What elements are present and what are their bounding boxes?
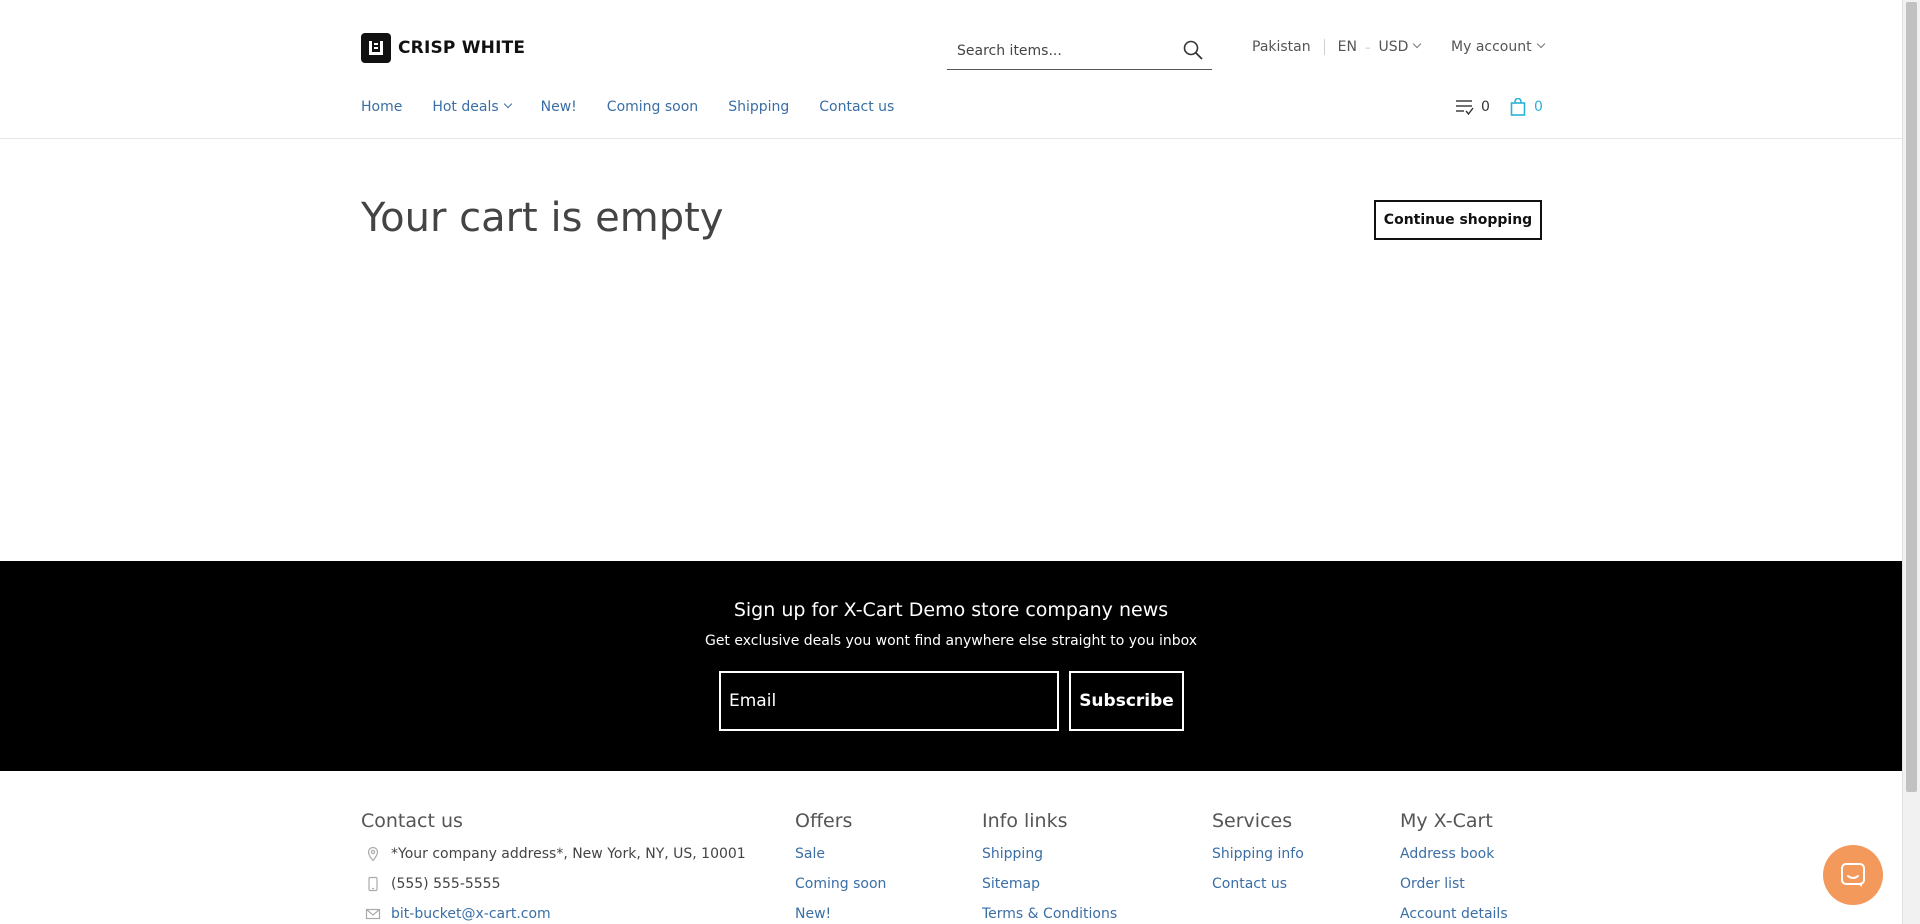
- site-header: CRISP WHITE Pakistan EN – USD My account…: [0, 0, 1902, 139]
- footer-link-shipping[interactable]: Shipping: [982, 845, 1117, 875]
- contact-email[interactable]: bit-bucket@x-cart.com: [361, 905, 746, 924]
- cart-button[interactable]: 0: [1510, 98, 1543, 116]
- chevron-down-icon: [503, 99, 512, 109]
- newsletter-subtitle: Get exclusive deals you wont find anywhe…: [704, 633, 1198, 649]
- footer-heading: My X-Cart: [1400, 810, 1493, 832]
- location-pin-icon: [367, 846, 379, 862]
- page: CRISP WHITE Pakistan EN – USD My account…: [0, 0, 1902, 924]
- locale-selector[interactable]: Pakistan EN – USD: [1252, 39, 1422, 55]
- locale-dash: –: [1364, 40, 1371, 54]
- footer-link-coming-soon[interactable]: Coming soon: [795, 875, 886, 905]
- footer-heading: Info links: [982, 810, 1068, 832]
- continue-shopping-button[interactable]: Continue shopping: [1374, 200, 1542, 240]
- envelope-icon: [365, 908, 381, 920]
- country-label[interactable]: Pakistan: [1252, 39, 1311, 55]
- contact-phone-text: (555) 555-5555: [391, 876, 501, 892]
- main-nav: Home Hot deals New! Coming soon Shipping…: [361, 99, 924, 115]
- store-logo[interactable]: CRISP WHITE: [361, 33, 525, 63]
- footer-heading: Contact us: [361, 810, 463, 832]
- contact-phone: (555) 555-5555: [361, 875, 746, 905]
- logo-icon: [361, 33, 391, 63]
- page-scrollbar[interactable]: [1902, 0, 1920, 924]
- nav-item-home[interactable]: Home: [361, 99, 402, 115]
- nav-item-shipping[interactable]: Shipping: [728, 99, 789, 115]
- footer-link-address-book[interactable]: Address book: [1400, 845, 1508, 875]
- search-box: [947, 33, 1212, 70]
- cart-count: 0: [1534, 99, 1543, 115]
- contact-email-link[interactable]: bit-bucket@x-cart.com: [391, 905, 551, 923]
- footer-services-column: Services Shipping info Contact us: [1212, 810, 1304, 905]
- footer-heading: Offers: [795, 810, 853, 832]
- locale-divider: [1323, 39, 1325, 55]
- language-label[interactable]: EN: [1338, 39, 1357, 55]
- footer-link-sale[interactable]: Sale: [795, 845, 886, 875]
- chevron-down-icon: [1536, 39, 1545, 49]
- footer-link-shipping-info[interactable]: Shipping info: [1212, 845, 1304, 875]
- compare-list-button[interactable]: 0: [1455, 98, 1490, 116]
- newsletter-section: Sign up for X-Cart Demo store company ne…: [0, 561, 1902, 771]
- newsletter-title: Sign up for X-Cart Demo store company ne…: [733, 599, 1169, 621]
- nav-item-coming-soon[interactable]: Coming soon: [607, 99, 698, 115]
- nav-item-new[interactable]: New!: [541, 99, 577, 115]
- page-title: Your cart is empty: [361, 195, 724, 241]
- search-input[interactable]: [957, 37, 1167, 65]
- search-icon[interactable]: [1182, 39, 1204, 61]
- footer-myxcart-column: My X-Cart Address book Order list Accoun…: [1400, 810, 1508, 924]
- footer-contact-column: Contact us *Your company address*, New Y…: [361, 810, 746, 924]
- contact-address: *Your company address*, New York, NY, US…: [361, 845, 746, 875]
- currency-label[interactable]: USD: [1378, 39, 1408, 55]
- footer-offers-column: Offers Sale Coming soon New!: [795, 810, 886, 924]
- shopping-bag-icon: [1510, 98, 1526, 116]
- chevron-down-icon: [1413, 39, 1422, 49]
- my-account-label: My account: [1451, 39, 1532, 55]
- my-account-menu[interactable]: My account: [1451, 39, 1545, 55]
- compare-list-icon: [1456, 100, 1474, 116]
- chat-launcher-button[interactable]: [1823, 845, 1883, 905]
- footer-link-new[interactable]: New!: [795, 905, 886, 924]
- nav-item-hot-deals[interactable]: Hot deals: [432, 99, 512, 115]
- subscribe-button[interactable]: Subscribe: [1069, 671, 1184, 731]
- footer-link-sitemap[interactable]: Sitemap: [982, 875, 1117, 905]
- nav-item-contact-us[interactable]: Contact us: [819, 99, 894, 115]
- nav-item-label: Hot deals: [432, 99, 499, 115]
- compare-count: 0: [1481, 99, 1490, 115]
- contact-address-text: *Your company address*, New York, NY, US…: [391, 846, 746, 862]
- footer-link-terms[interactable]: Terms & Conditions: [982, 905, 1117, 924]
- logo-text: CRISP WHITE: [398, 38, 526, 58]
- footer-link-contact-us[interactable]: Contact us: [1212, 875, 1304, 905]
- phone-icon: [368, 876, 378, 892]
- newsletter-email-input[interactable]: [719, 671, 1059, 731]
- footer-info-column: Info links Shipping Sitemap Terms & Cond…: [982, 810, 1117, 924]
- footer-link-order-list[interactable]: Order list: [1400, 875, 1508, 905]
- footer-heading: Services: [1212, 810, 1293, 832]
- chat-icon: [1841, 863, 1865, 887]
- scrollbar-thumb[interactable]: [1906, 2, 1917, 792]
- footer-link-account-details[interactable]: Account details: [1400, 905, 1508, 924]
